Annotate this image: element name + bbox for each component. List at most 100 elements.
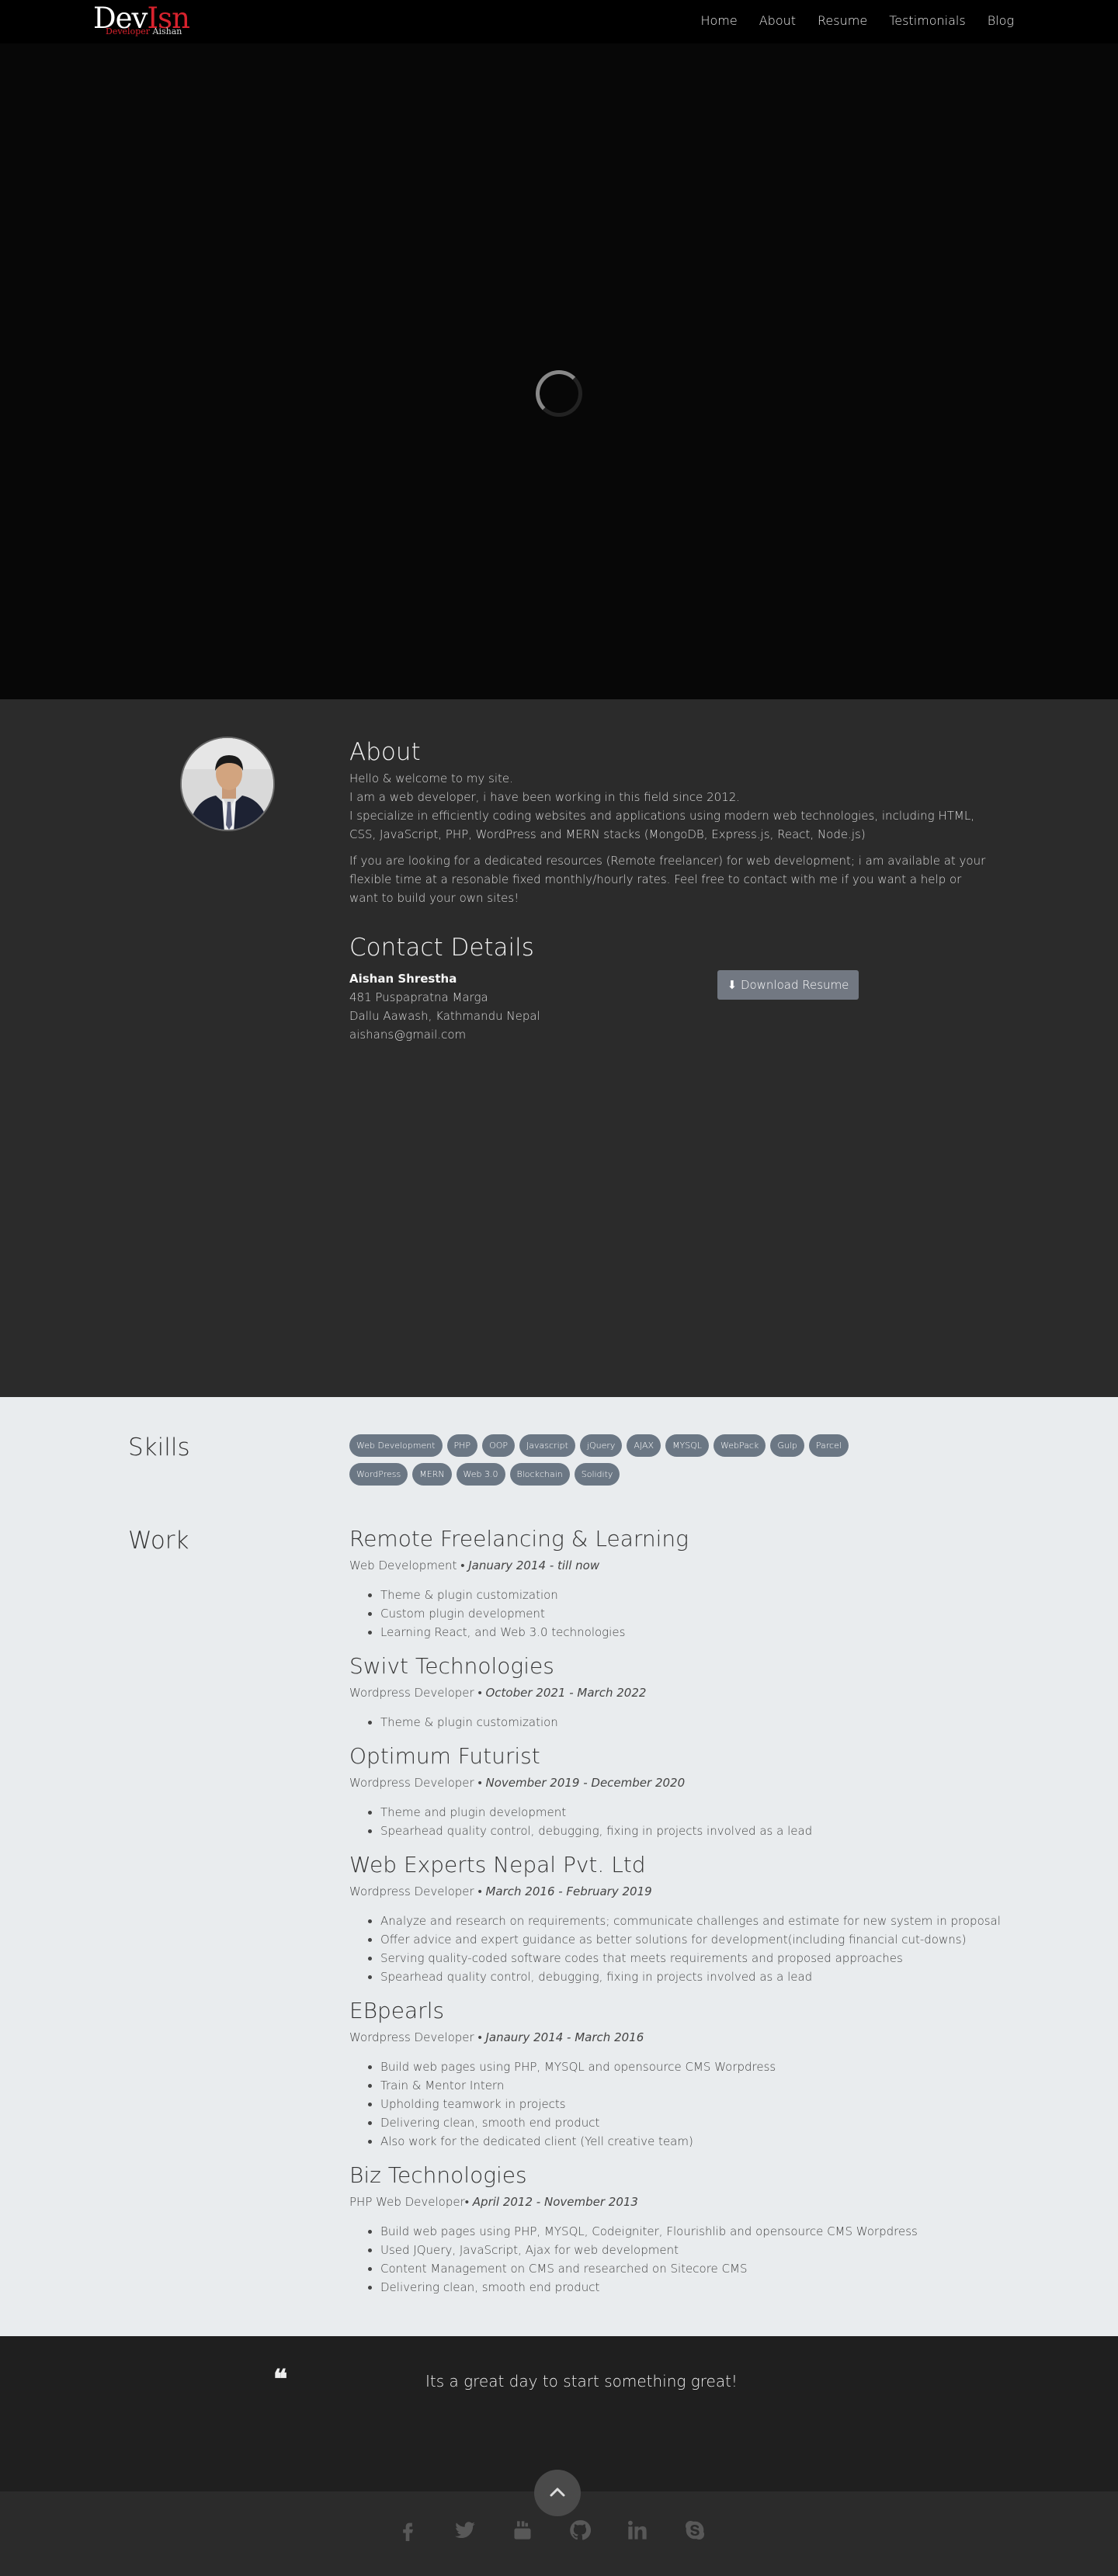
site-header: DevIsn Developer Aishan Home About Resum… xyxy=(0,0,1118,43)
nav-testimonials[interactable]: Testimonials xyxy=(889,13,966,29)
job-duty: Theme and plugin development xyxy=(380,1803,1048,1822)
youtube-icon[interactable] xyxy=(511,2519,534,2542)
skill-badge: Solidity xyxy=(574,1463,620,1486)
job-duty: Train & Mentor Intern xyxy=(380,2076,1048,2095)
job-duty: Learning React, and Web 3.0 technologies xyxy=(380,1623,1048,1642)
job-title: Swivt Technologies xyxy=(349,1653,554,1679)
job-info: Wordpress Developer • March 2016 - Febru… xyxy=(349,1883,1048,1900)
job-duties: Analyze and research on requirements; co… xyxy=(380,1912,1048,1986)
job-duty: Content Management on CMS and researched… xyxy=(380,2259,1048,2278)
job-role: Wordpress Developer xyxy=(349,1776,474,1790)
job-duties: Build web pages using PHP, MYSQL, Codeig… xyxy=(380,2222,1048,2297)
nav-home[interactable]: Home xyxy=(700,13,737,29)
job-duty: Spearhead quality control, debugging, fi… xyxy=(380,1968,1048,1986)
skill-badge: Web Development xyxy=(349,1434,443,1457)
work-heading: Work xyxy=(128,1527,189,1555)
skill-badge: Javascript xyxy=(519,1434,575,1457)
job-separator: • xyxy=(457,1558,469,1572)
contact-address-2: Dallu Aawash, Kathmandu Nepal xyxy=(349,1009,540,1023)
job-role: Wordpress Developer xyxy=(349,2030,474,2044)
resume-section: Skills Web Development PHP OOP Javascrip… xyxy=(0,1397,1118,2336)
hero-banner xyxy=(0,43,1118,699)
skill-badge: MERN xyxy=(412,1463,452,1486)
job-info: PHP Web Developer• April 2012 - November… xyxy=(349,2193,1048,2210)
job-title: Optimum Futurist xyxy=(349,1743,540,1769)
job-title: Remote Freelancing & Learning xyxy=(349,1526,689,1551)
job-duty: Theme & plugin customization xyxy=(380,1713,1048,1732)
job-info: Wordpress Developer • October 2021 - Mar… xyxy=(349,1684,1048,1701)
nav-resume[interactable]: Resume xyxy=(818,13,867,29)
skill-badge: AJAX xyxy=(627,1434,661,1457)
skill-badge: MYSQL xyxy=(665,1434,710,1457)
job-title: Biz Technologies xyxy=(349,2162,527,2188)
job-role: Wordpress Developer xyxy=(349,1686,474,1700)
job-duty: Theme & plugin customization xyxy=(380,1586,1048,1604)
twitter-icon[interactable] xyxy=(453,2519,477,2542)
job-role: Wordpress Developer xyxy=(349,1884,474,1898)
contact-address-1: 481 Puspapratna Marga xyxy=(349,990,488,1004)
job-duties: Theme & plugin customization Custom plug… xyxy=(380,1586,1048,1642)
github-icon[interactable] xyxy=(568,2519,592,2542)
about-paragraph-2: If you are looking for a dedicated resou… xyxy=(349,854,986,905)
job-duties: Theme and plugin development Spearhead q… xyxy=(380,1803,1048,1840)
about-line-2: I am a web developer, i have been workin… xyxy=(349,790,741,804)
skill-badge: WebPack xyxy=(714,1434,766,1457)
back-to-top-button[interactable] xyxy=(534,2470,581,2516)
chevron-up-icon xyxy=(550,2488,565,2497)
quote-section: ❝ Its a great day to start something gre… xyxy=(0,2336,1118,2491)
download-resume-label: Download Resume xyxy=(740,978,849,992)
job-title: Web Experts Nepal Pvt. Ltd xyxy=(349,1852,646,1877)
logo-tagline-white: Aishan xyxy=(152,26,182,36)
nav-about[interactable]: About xyxy=(759,13,796,29)
download-resume-button[interactable]: ⬇ Download Resume xyxy=(717,970,859,1000)
skill-badge: Blockchain xyxy=(509,1463,570,1486)
job-duty: Offer advice and expert guidance as bett… xyxy=(380,1930,1048,1949)
job-date: November 2019 - December 2020 xyxy=(485,1776,686,1790)
facebook-icon[interactable] xyxy=(396,2519,419,2542)
skill-badge: OOP xyxy=(482,1434,516,1457)
job-duty: Custom plugin development xyxy=(380,1604,1048,1623)
skills-heading: Skills xyxy=(128,1434,190,1461)
work-list: Remote Freelancing & Learning Web Develo… xyxy=(349,1525,1048,2297)
job-date: Janaury 2014 - March 2016 xyxy=(485,2030,644,2044)
skill-badge: Parcel xyxy=(808,1434,849,1457)
contact-email: aishans@gmail.com xyxy=(349,1028,467,1042)
about-content: About Hello & welcome to my site. I am a… xyxy=(349,737,986,907)
job-date: April 2012 - November 2013 xyxy=(472,2195,638,2209)
about-intro: Hello & welcome to my site. xyxy=(349,771,513,785)
job-info: Wordpress Developer • November 2019 - De… xyxy=(349,1774,1048,1791)
linkedin-icon[interactable] xyxy=(626,2519,649,2542)
skill-badge: Gulp xyxy=(770,1434,804,1457)
job-date: October 2021 - March 2022 xyxy=(485,1686,647,1700)
job-separator: • xyxy=(474,1884,486,1898)
logo-tagline: Developer Aishan xyxy=(106,27,182,36)
job-duty: Spearhead quality control, debugging, fi… xyxy=(380,1822,1048,1840)
job-separator: • xyxy=(474,2030,486,2044)
job-separator: • xyxy=(464,2195,473,2209)
job-duty: Delivering clean, smooth end product xyxy=(380,2278,1048,2297)
download-icon: ⬇ xyxy=(727,978,738,992)
skype-icon[interactable] xyxy=(683,2519,707,2542)
job-separator: • xyxy=(474,1776,486,1790)
job-duty: Also work for the dedicated client (Yell… xyxy=(380,2132,1048,2151)
about-title: About xyxy=(349,738,421,766)
job-info: Wordpress Developer • Janaury 2014 - Mar… xyxy=(349,2029,1048,2046)
profile-photo xyxy=(182,738,273,830)
job-date: January 2014 - till now xyxy=(468,1558,600,1572)
social-links xyxy=(396,2519,707,2542)
about-line-3: I specialize in efficiently coding websi… xyxy=(349,809,974,841)
nav-blog[interactable]: Blog xyxy=(988,13,1014,29)
about-intro-block: Hello & welcome to my site. I am a web d… xyxy=(349,769,986,844)
job-duties: Theme & plugin customization xyxy=(380,1713,1048,1732)
job-date: March 2016 - February 2019 xyxy=(485,1884,652,1898)
job-duty: Upholding teamwork in projects xyxy=(380,2095,1048,2113)
skill-badge: WordPress xyxy=(349,1463,408,1486)
job-role: PHP Web Developer xyxy=(349,2195,465,2209)
site-logo[interactable]: DevIsn Developer Aishan xyxy=(93,2,194,39)
contact-details: Aishan Shrestha 481 Puspapratna Marga Da… xyxy=(349,969,660,1044)
quote-text: Its a great day to start something great… xyxy=(425,2372,738,2391)
job-duty: Used JQuery, JavaScript, Ajax for web de… xyxy=(380,2241,1048,2259)
contact-name: Aishan Shrestha xyxy=(349,972,457,986)
job-duty: Delivering clean, smooth end product xyxy=(380,2113,1048,2132)
job-duty: Serving quality-coded software codes tha… xyxy=(380,1949,1048,1968)
